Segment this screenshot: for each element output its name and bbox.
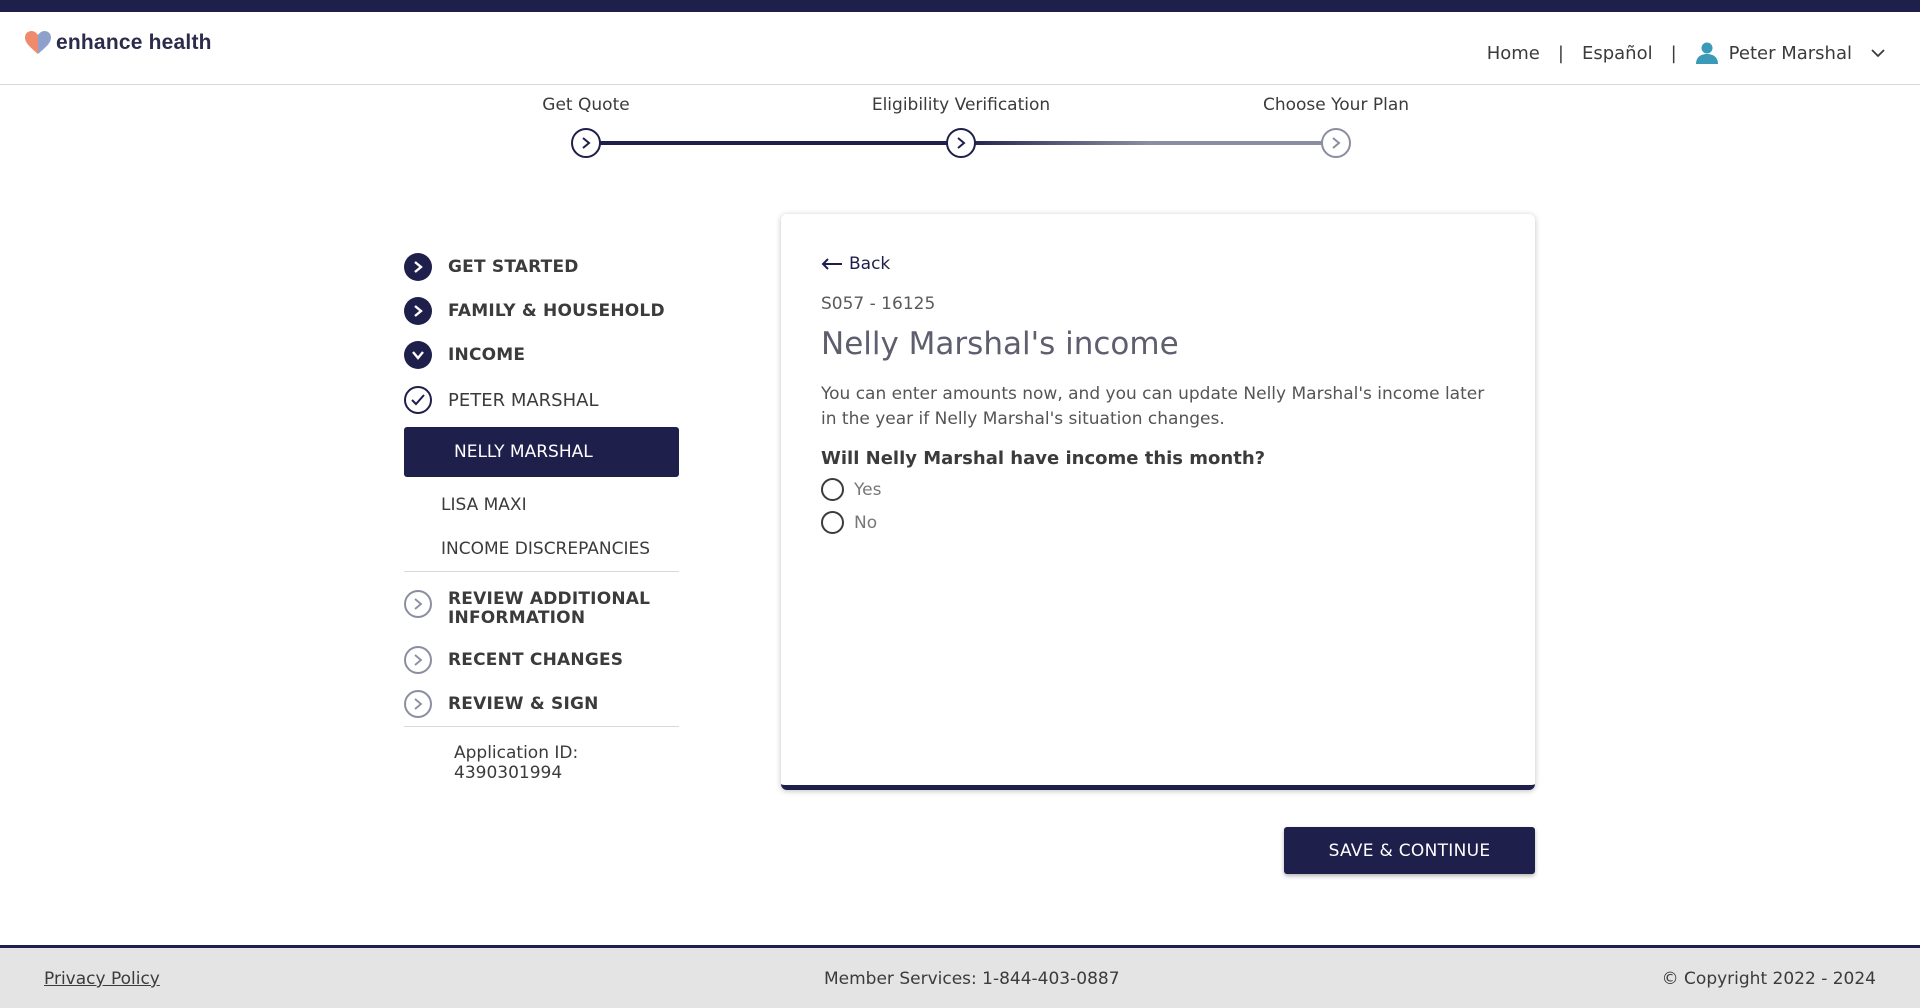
sidebar-item-nelly-marshal[interactable]: NELLY MARSHAL xyxy=(404,427,679,477)
chevron-right-icon xyxy=(582,137,591,149)
chevron-right-icon xyxy=(404,690,432,718)
language-link[interactable]: Español xyxy=(1582,43,1653,64)
sidebar-item-peter-marshal[interactable]: PETER MARSHAL xyxy=(404,377,679,423)
user-name: Peter Marshal xyxy=(1728,42,1852,64)
form-code: S057 - 16125 xyxy=(821,294,936,314)
privacy-policy-link[interactable]: Privacy Policy xyxy=(44,969,160,989)
application-id: Application ID: 4390301994 xyxy=(454,743,579,783)
site-footer: Privacy Policy Member Services: 1-844-40… xyxy=(0,945,1920,1008)
sidebar-item-recent-changes[interactable]: RECENT CHANGES xyxy=(404,638,679,682)
label-line-1: REVIEW ADDITIONAL xyxy=(448,589,651,609)
sidebar-item-label: NELLY MARSHAL xyxy=(454,442,593,462)
progress-stepper: Get Quote Eligibility Verification Choos… xyxy=(0,85,1920,175)
sidebar-item-lisa-maxi[interactable]: LISA MAXI xyxy=(404,483,679,527)
back-link[interactable]: Back xyxy=(821,254,890,274)
page-title: Nelly Marshal's income xyxy=(821,326,1179,362)
chevron-down-icon xyxy=(1871,49,1885,58)
sidebar-item-label: REVIEW ADDITIONAL INFORMATION xyxy=(448,590,650,628)
radio-option-yes[interactable]: Yes xyxy=(821,478,881,501)
brand-logo[interactable]: enhance health xyxy=(24,30,212,56)
page-description: You can enter amounts now, and you can u… xyxy=(821,384,1485,429)
sidebar-item-label: RECENT CHANGES xyxy=(448,650,624,670)
chevron-down-icon xyxy=(404,341,432,369)
site-header: enhance health Home | Español | Peter Ma… xyxy=(0,12,1920,85)
application-sidebar: GET STARTED FAMILY & HOUSEHOLD INCOME PE… xyxy=(404,245,679,783)
sidebar-item-label: REVIEW & SIGN xyxy=(448,694,599,714)
sidebar-item-label: INCOME DISCREPANCIES xyxy=(441,539,651,559)
radio-button[interactable] xyxy=(821,511,844,534)
sidebar-item-review-sign[interactable]: REVIEW & SIGN xyxy=(404,682,679,726)
radio-option-no[interactable]: No xyxy=(821,511,877,534)
chevron-right-icon xyxy=(404,253,432,281)
top-accent-bar xyxy=(0,0,1920,12)
member-services-text: Member Services: 1-844-403-0887 xyxy=(824,969,1120,989)
chevron-right-icon xyxy=(957,137,966,149)
step-label-eligibility: Eligibility Verification xyxy=(871,95,1051,115)
user-menu[interactable]: Peter Marshal xyxy=(1695,42,1886,64)
chevron-right-icon xyxy=(1332,137,1341,149)
radio-button[interactable] xyxy=(821,478,844,501)
copyright-text: © Copyright 2022 - 2024 xyxy=(1661,969,1876,989)
income-card: Back S057 - 16125 Nelly Marshal's income… xyxy=(781,214,1535,790)
step-label-choose-plan: Choose Your Plan xyxy=(1262,95,1410,115)
sidebar-item-review-additional[interactable]: REVIEW ADDITIONAL INFORMATION xyxy=(404,572,679,634)
sidebar-item-label: INCOME xyxy=(448,345,526,365)
chevron-right-icon xyxy=(404,590,432,618)
sidebar-item-family[interactable]: FAMILY & HOUSEHOLD xyxy=(404,289,679,333)
chevron-right-icon xyxy=(404,646,432,674)
step-eligibility[interactable] xyxy=(946,128,976,158)
chevron-right-icon xyxy=(404,297,432,325)
nav-separator: | xyxy=(1670,42,1677,64)
sidebar-item-label: GET STARTED xyxy=(448,257,579,277)
arrow-left-icon xyxy=(821,258,842,270)
user-icon xyxy=(1695,42,1718,64)
sidebar-item-get-started[interactable]: GET STARTED xyxy=(404,245,679,289)
nav-separator: | xyxy=(1557,42,1564,64)
back-label: Back xyxy=(849,254,891,274)
sidebar-item-label: LISA MAXI xyxy=(441,495,527,515)
home-link[interactable]: Home xyxy=(1487,43,1540,64)
heart-logo-icon xyxy=(25,31,51,54)
check-circle-icon xyxy=(404,386,432,414)
logo-text: enhance health xyxy=(56,31,212,54)
radio-label: No xyxy=(854,512,878,533)
step-choose-plan[interactable] xyxy=(1321,128,1351,158)
step-label-get-quote: Get Quote xyxy=(542,95,630,115)
sidebar-divider xyxy=(404,726,679,727)
sidebar-item-label: FAMILY & HOUSEHOLD xyxy=(448,301,665,321)
header-nav: Home | Español | Peter Marshal xyxy=(1487,42,1886,64)
radio-label: Yes xyxy=(854,479,882,500)
save-continue-button[interactable]: SAVE & CONTINUE xyxy=(1284,827,1535,874)
step-get-quote[interactable] xyxy=(571,128,601,158)
label-line-2: INFORMATION xyxy=(448,608,586,628)
sidebar-item-income[interactable]: INCOME xyxy=(404,333,679,377)
sidebar-item-label: PETER MARSHAL xyxy=(448,389,599,411)
sidebar-item-income-discrepancies[interactable]: INCOME DISCREPANCIES xyxy=(404,527,679,571)
income-question: Will Nelly Marshal have income this mont… xyxy=(821,448,1266,469)
